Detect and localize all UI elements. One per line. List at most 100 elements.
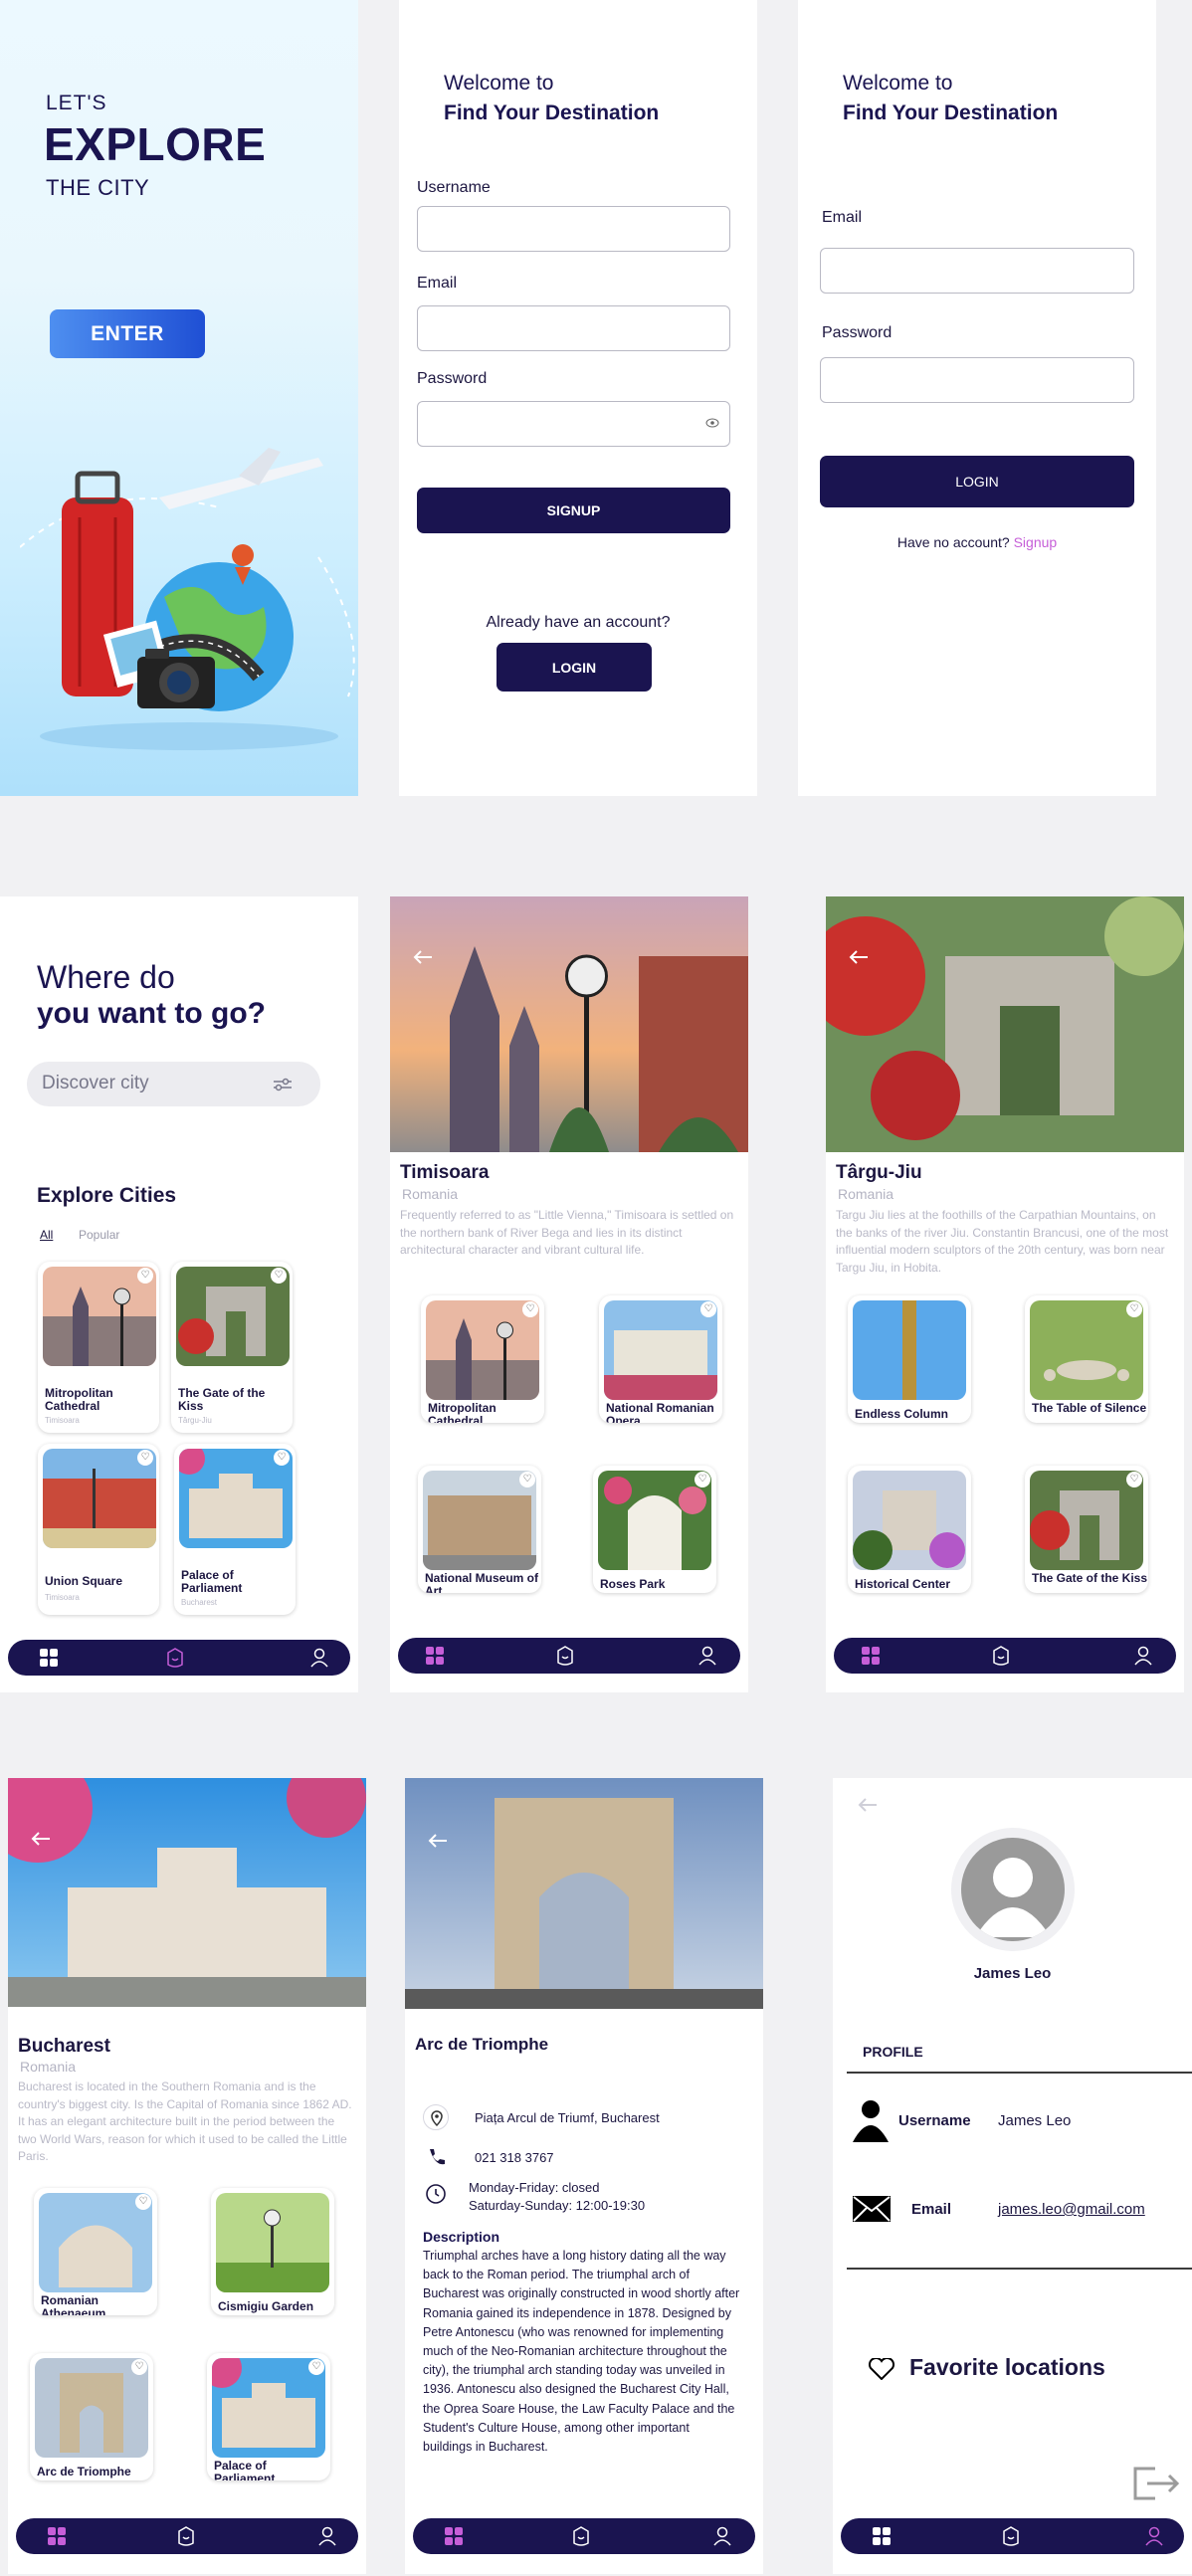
- place-card[interactable]: ♡ National Museum of Art: [418, 1466, 541, 1593]
- city-card[interactable]: ♡ Palace of Parliament Bucharest: [174, 1444, 296, 1615]
- heart-icon[interactable]: ♡: [137, 1450, 153, 1466]
- heart-icon[interactable]: ♡: [1126, 1472, 1142, 1487]
- password-field[interactable]: [417, 401, 730, 447]
- tab-popular[interactable]: Popular: [79, 1228, 119, 1242]
- eye-icon[interactable]: [705, 418, 719, 428]
- bag-icon[interactable]: [175, 2525, 197, 2547]
- city-country: Romania: [20, 2059, 77, 2075]
- signup-button[interactable]: SIGNUP: [417, 488, 730, 533]
- historical-center-image: [853, 1471, 966, 1570]
- heart-icon[interactable]: ♡: [308, 2359, 324, 2375]
- divider: [847, 2268, 1192, 2270]
- back-arrow-icon[interactable]: [30, 1830, 52, 1848]
- bag-icon[interactable]: [164, 1647, 186, 1669]
- place-card[interactable]: ♡ Roses Park: [593, 1466, 716, 1593]
- heart-icon[interactable]: ♡: [131, 2359, 147, 2375]
- no-account-text: Have no account?: [896, 534, 1010, 550]
- endless-column-image: [853, 1300, 966, 1400]
- card-title: Historical Center: [855, 1577, 951, 1591]
- card-title: Palace of Parliament: [214, 2459, 276, 2481]
- card-location: Timisoara: [45, 1593, 80, 1602]
- heart-icon[interactable]: ♡: [700, 1301, 716, 1317]
- profile-section-title: PROFILE: [863, 2044, 923, 2060]
- mail-icon: [853, 2196, 891, 2222]
- user-icon[interactable]: [696, 1645, 718, 1667]
- signup-screen: Welcome to Find Your Destination Usernam…: [399, 0, 757, 796]
- place-phone[interactable]: 021 318 3767: [475, 2150, 554, 2165]
- email-field[interactable]: [417, 305, 730, 351]
- email-value[interactable]: james.leo@gmail.com: [998, 2201, 1145, 2218]
- city-card[interactable]: ♡ The Gate of the Kiss Târgu-Jiu: [171, 1262, 293, 1433]
- grid-icon[interactable]: [46, 2525, 68, 2547]
- search-bar[interactable]: Discover city: [27, 1062, 320, 1106]
- place-card[interactable]: ♡ National Romanian Opera: [599, 1295, 722, 1423]
- back-arrow-icon[interactable]: [412, 948, 434, 966]
- place-card[interactable]: ♡ The Table of Silence: [1025, 1295, 1148, 1423]
- grid-icon[interactable]: [860, 1645, 882, 1667]
- heart-icon[interactable]: ♡: [137, 1268, 153, 1284]
- heart-icon[interactable]: ♡: [271, 1268, 287, 1284]
- heart-icon[interactable]: ♡: [695, 1472, 710, 1487]
- splash-lets: LET'S: [46, 92, 107, 114]
- place-card[interactable]: Cismigiu Garden: [211, 2188, 334, 2315]
- back-arrow-icon[interactable]: [427, 1832, 449, 1850]
- place-card[interactable]: ♡ Romanian Athenaeum: [34, 2188, 157, 2315]
- login-submit-button[interactable]: LOGIN: [820, 456, 1134, 507]
- place-card[interactable]: Historical Center: [848, 1466, 971, 1593]
- heart-icon[interactable]: ♡: [519, 1472, 535, 1487]
- grid-icon[interactable]: [443, 2525, 465, 2547]
- card-title: Mitropolitan Cathedral: [45, 1386, 113, 1413]
- user-icon[interactable]: [1132, 1645, 1154, 1667]
- login-password-label: Password: [822, 324, 893, 341]
- card-title: Arc de Triomphe: [37, 2465, 131, 2478]
- place-card[interactable]: ♡ Arc de Triomphe: [30, 2353, 153, 2480]
- bottom-nav: [834, 1638, 1176, 1674]
- arc-image: [35, 2358, 148, 2458]
- username-field[interactable]: [417, 206, 730, 252]
- back-arrow-icon[interactable]: [857, 1796, 879, 1814]
- heart-icon[interactable]: ♡: [1126, 1301, 1142, 1317]
- city-card[interactable]: ♡ Union Square Timisoara: [38, 1444, 159, 1615]
- no-account-row: Have no account? Signup: [798, 534, 1156, 550]
- heart-icon[interactable]: ♡: [522, 1301, 538, 1317]
- user-icon[interactable]: [1143, 2525, 1165, 2547]
- gate-of-kiss-image: [1030, 1471, 1143, 1570]
- place-card[interactable]: ♡ Mitropolitan Cathedral: [421, 1295, 544, 1423]
- search-input[interactable]: Discover city: [42, 1073, 149, 1094]
- bucharest-screen: Bucharest Romania Bucharest is located i…: [8, 1778, 366, 2574]
- phone-icon[interactable]: [423, 2143, 449, 2169]
- grid-icon[interactable]: [38, 1647, 60, 1669]
- back-arrow-icon[interactable]: [848, 948, 870, 966]
- arc-detail-screen: Arc de Triomphe Piața Arcul de Triumf, B…: [405, 1778, 763, 2574]
- bag-icon[interactable]: [1000, 2525, 1022, 2547]
- enter-button[interactable]: ENTER: [50, 309, 205, 358]
- login-password-field[interactable]: [820, 357, 1134, 403]
- user-icon[interactable]: [316, 2525, 338, 2547]
- grid-icon[interactable]: [424, 1645, 446, 1667]
- place-card[interactable]: Endless Column: [848, 1295, 971, 1423]
- city-card[interactable]: ♡ Mitropolitan Cathedral Timisoara: [38, 1262, 159, 1433]
- heart-icon[interactable]: [869, 2358, 894, 2380]
- bag-icon[interactable]: [990, 1645, 1012, 1667]
- logout-icon[interactable]: [1131, 2465, 1183, 2502]
- description-body: Triumphal arches have a long history dat…: [423, 2249, 740, 2455]
- bottom-nav: [8, 1640, 350, 1676]
- heart-icon[interactable]: ♡: [135, 2194, 151, 2210]
- user-icon[interactable]: [711, 2525, 733, 2547]
- login-email-field[interactable]: [820, 248, 1134, 294]
- place-card[interactable]: ♡ Palace of Parliament: [207, 2353, 330, 2480]
- signup-link[interactable]: Signup: [1014, 534, 1058, 550]
- filter-icon[interactable]: [273, 1077, 293, 1092]
- login-button[interactable]: LOGIN: [497, 643, 652, 692]
- favorite-locations-button[interactable]: Favorite locations: [909, 2354, 1105, 2381]
- heart-icon[interactable]: ♡: [274, 1450, 290, 1466]
- tab-all[interactable]: All: [40, 1228, 53, 1242]
- user-icon[interactable]: [308, 1647, 330, 1669]
- card-title: The Table of Silence: [1032, 1401, 1147, 1415]
- bag-icon[interactable]: [554, 1645, 576, 1667]
- place-card[interactable]: ♡ The Gate of the Kiss: [1025, 1466, 1148, 1593]
- city-title: Bucharest: [18, 2036, 110, 2057]
- bag-icon[interactable]: [570, 2525, 592, 2547]
- city-title: Târgu-Jiu: [836, 1162, 922, 1183]
- grid-icon[interactable]: [871, 2525, 893, 2547]
